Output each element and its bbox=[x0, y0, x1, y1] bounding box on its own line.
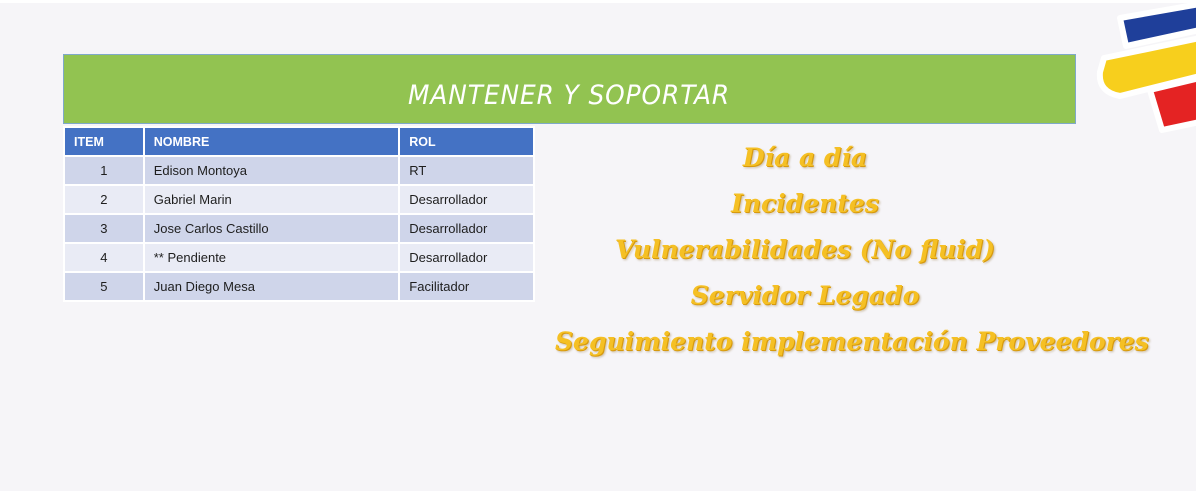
cell-rol: Desarrollador bbox=[398, 184, 535, 215]
activity-item: Incidentes bbox=[731, 189, 879, 218]
table-row: 1 Edison Montoya RT bbox=[63, 155, 535, 186]
cell-nombre: Gabriel Marin bbox=[142, 184, 401, 215]
header-rol: ROL bbox=[398, 126, 535, 157]
cell-item: 3 bbox=[63, 213, 145, 244]
cell-item: 2 bbox=[63, 184, 145, 215]
cell-nombre: Edison Montoya bbox=[142, 155, 401, 186]
table-row: 3 Jose Carlos Castillo Desarrollador bbox=[63, 213, 535, 244]
activity-item: Servidor Legado bbox=[690, 281, 920, 310]
activity-list: Día a día Incidentes Vulnerabilidades (N… bbox=[555, 135, 1149, 365]
cell-item: 5 bbox=[63, 271, 145, 302]
top-border bbox=[0, 0, 1196, 3]
title-banner: MANTENER Y SOPORTAR bbox=[63, 54, 1076, 124]
cell-rol: Facilitador bbox=[398, 271, 535, 302]
cell-nombre: Jose Carlos Castillo bbox=[142, 213, 401, 244]
table-row: 4 ** Pendiente Desarrollador bbox=[63, 242, 535, 273]
activity-item: Seguimiento implementación Proveedores bbox=[555, 327, 1149, 356]
cell-rol: Desarrollador bbox=[398, 242, 535, 273]
cell-item: 1 bbox=[63, 155, 145, 186]
cell-rol: RT bbox=[398, 155, 535, 186]
banner-title: MANTENER Y SOPORTAR bbox=[408, 80, 731, 111]
header-item: ITEM bbox=[63, 126, 145, 157]
table-header-row: ITEM NOMBRE ROL bbox=[63, 126, 535, 157]
header-nombre: NOMBRE bbox=[142, 126, 401, 157]
team-table: ITEM NOMBRE ROL 1 Edison Montoya RT 2 Ga… bbox=[63, 126, 535, 302]
activity-item: Día a día bbox=[742, 143, 868, 172]
activity-item: Vulnerabilidades (No fluid) bbox=[615, 235, 995, 264]
cell-nombre: Juan Diego Mesa bbox=[142, 271, 401, 302]
table-row: 5 Juan Diego Mesa Facilitador bbox=[63, 271, 535, 302]
table-row: 2 Gabriel Marin Desarrollador bbox=[63, 184, 535, 215]
cell-item: 4 bbox=[63, 242, 145, 273]
logo-red-stripe bbox=[1147, 75, 1196, 133]
cell-nombre: ** Pendiente bbox=[142, 242, 401, 273]
cell-rol: Desarrollador bbox=[398, 213, 535, 244]
brand-logo bbox=[1096, 1, 1196, 133]
